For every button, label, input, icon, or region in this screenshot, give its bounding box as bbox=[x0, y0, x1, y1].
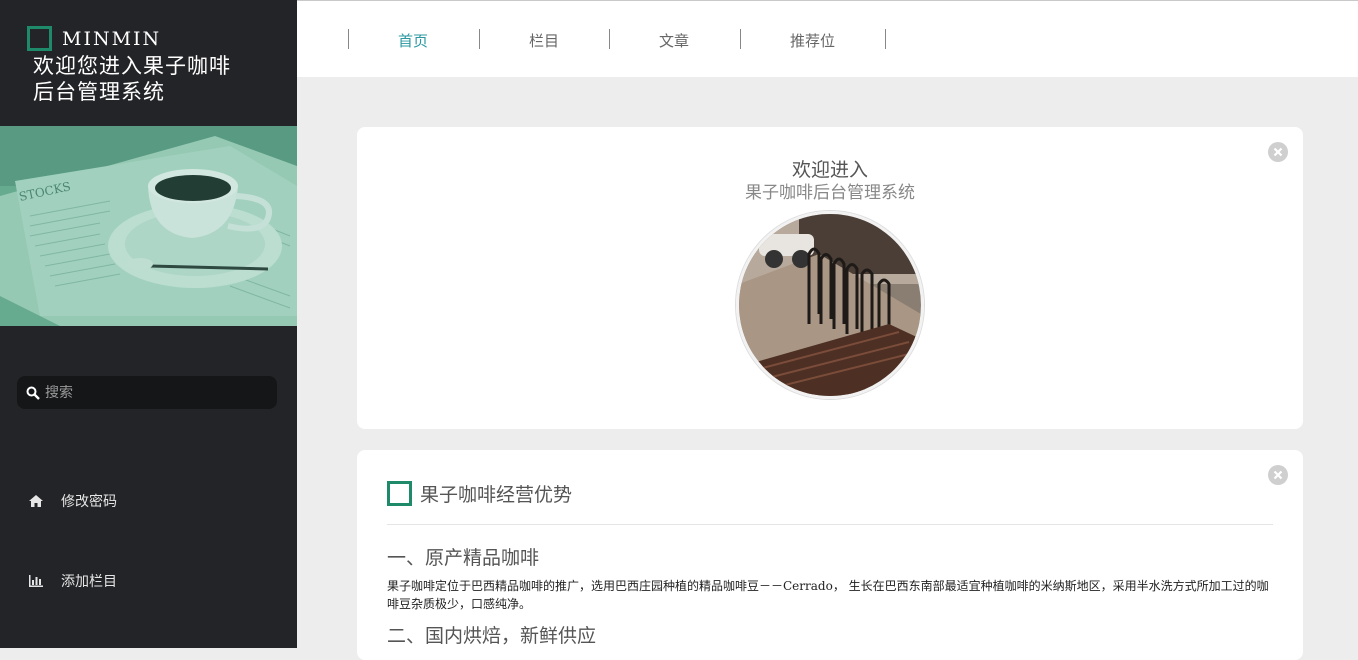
nav-item-recommend[interactable]: 推荐位 bbox=[790, 30, 835, 51]
nav-separator bbox=[479, 29, 480, 49]
brand-title-line1: 欢迎您进入果子咖啡 bbox=[33, 54, 231, 78]
section-1-title: 一、原产精品咖啡 bbox=[387, 547, 540, 569]
welcome-card: 欢迎进入 果子咖啡后台管理系统 bbox=[357, 127, 1303, 429]
section-2-title: 二、国内烘焙，新鲜供应 bbox=[387, 625, 597, 647]
search-box[interactable] bbox=[17, 376, 277, 409]
section-square-icon bbox=[387, 481, 412, 506]
nav-item-home[interactable]: 首页 bbox=[398, 30, 428, 51]
advantages-card: 果子咖啡经营优势 一、原产精品咖啡 果子咖啡定位于巴西精品咖啡的推广，选用巴西庄… bbox=[357, 450, 1303, 660]
top-navigation: 首页 栏目 文章 推荐位 bbox=[297, 0, 1358, 77]
bar-chart-icon bbox=[29, 575, 43, 587]
nav-separator bbox=[609, 29, 610, 49]
welcome-subtitle: 果子咖啡后台管理系统 bbox=[745, 183, 915, 203]
menu-item-label: 修改密码 bbox=[61, 494, 117, 510]
logo-square-icon bbox=[27, 26, 52, 51]
nav-separator bbox=[885, 29, 886, 49]
divider bbox=[387, 524, 1273, 525]
nav-separator bbox=[348, 29, 349, 49]
brand-name: MINMIN bbox=[62, 27, 162, 50]
coffee-hero-image: STOCKS bbox=[0, 126, 297, 326]
brand-title-line2: 后台管理系统 bbox=[33, 80, 165, 104]
menu-item-label: 添加栏目 bbox=[61, 574, 117, 590]
search-icon bbox=[26, 386, 40, 400]
nav-item-columns[interactable]: 栏目 bbox=[529, 30, 559, 51]
street-photo-image bbox=[736, 211, 924, 399]
menu-item-change-password[interactable]: 修改密码 bbox=[28, 491, 117, 511]
search-input[interactable] bbox=[45, 384, 265, 401]
close-icon[interactable] bbox=[1268, 465, 1288, 485]
advantages-title: 果子咖啡经营优势 bbox=[420, 484, 573, 506]
advantages-header: 果子咖啡经营优势 bbox=[387, 480, 572, 507]
section-1-body: 果子咖啡定位于巴西精品咖啡的推广，选用巴西庄园种植的精品咖啡豆－－Cerrado… bbox=[387, 579, 1269, 611]
nav-separator bbox=[740, 29, 741, 49]
sidebar: MINMIN 欢迎您进入果子咖啡 后台管理系统 STOCKS 搜索 修改密码 添… bbox=[0, 0, 297, 648]
brand: MINMIN 欢迎您进入果子咖啡 后台管理系统 bbox=[27, 26, 287, 105]
home-icon bbox=[29, 495, 43, 507]
menu-item-add-column[interactable]: 添加栏目 bbox=[28, 571, 117, 591]
nav-item-articles[interactable]: 文章 bbox=[659, 30, 689, 51]
